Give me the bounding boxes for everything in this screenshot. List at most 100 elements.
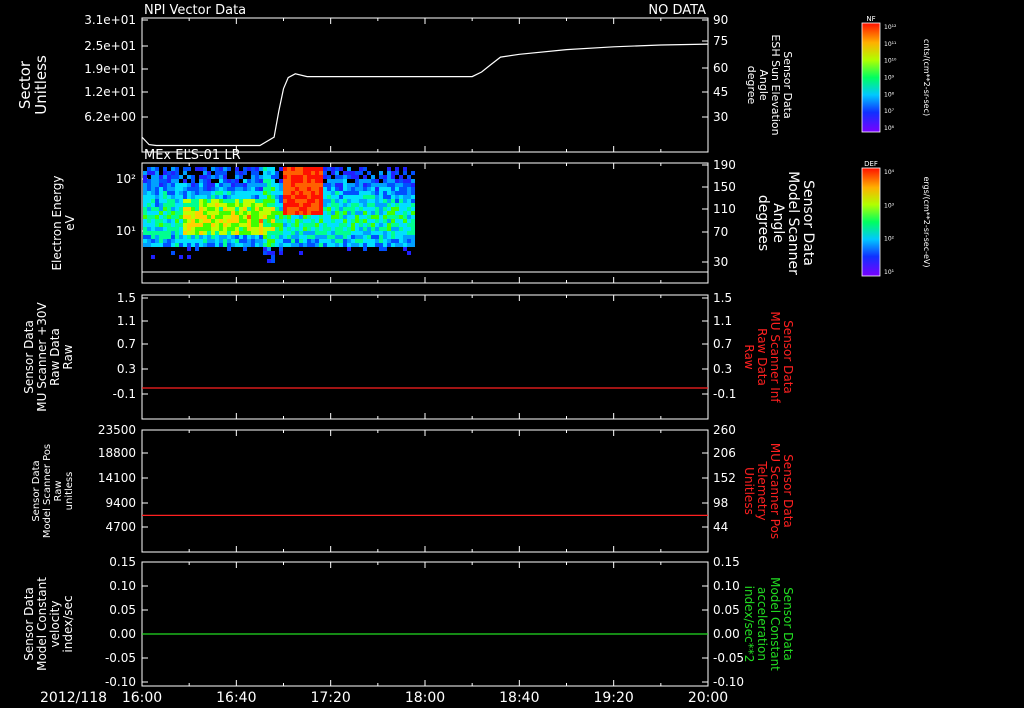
spectrogram-cell bbox=[403, 179, 407, 183]
spectrogram-cell bbox=[307, 235, 311, 239]
spectrogram-cell bbox=[235, 203, 239, 207]
spectrogram-cell bbox=[231, 203, 235, 207]
spectrogram-cell bbox=[263, 171, 267, 175]
spectrogram-cell bbox=[303, 191, 307, 195]
spectrogram-cell bbox=[395, 227, 399, 231]
y-axis-label-right: acceleration bbox=[755, 587, 769, 661]
spectrogram-cell bbox=[391, 243, 395, 247]
spectrogram-cell bbox=[319, 203, 323, 207]
spectrogram-cell bbox=[195, 243, 199, 247]
spectrogram-cell bbox=[203, 227, 207, 231]
spectrogram-cell bbox=[215, 231, 219, 235]
spectrogram-cell bbox=[155, 227, 159, 231]
spectrogram-cell bbox=[259, 223, 263, 227]
spectrogram-cell bbox=[411, 183, 415, 187]
y-tick-label-right: 190 bbox=[713, 158, 736, 172]
spectrogram-cell bbox=[339, 203, 343, 207]
spectrogram-cell bbox=[271, 235, 275, 239]
spectrogram-cell bbox=[239, 215, 243, 219]
spectrogram-cell bbox=[351, 223, 355, 227]
spectrogram-cell bbox=[307, 231, 311, 235]
spectrogram-cell bbox=[351, 235, 355, 239]
spectrogram-cell bbox=[211, 211, 215, 215]
spectrogram-cell bbox=[283, 171, 287, 175]
spectrogram-cell bbox=[411, 179, 415, 183]
spectrogram-cell bbox=[411, 207, 415, 211]
spectrogram-cell bbox=[183, 195, 187, 199]
spectrogram-cell bbox=[267, 175, 271, 179]
spectrogram-cell bbox=[155, 203, 159, 207]
spectrogram-cell bbox=[403, 187, 407, 191]
spectrogram-cell bbox=[283, 199, 287, 203]
spectrogram-cell bbox=[351, 195, 355, 199]
sun-elevation-line bbox=[141, 43, 709, 147]
spectrogram-cell bbox=[287, 167, 291, 171]
spectrogram-cell bbox=[403, 223, 407, 227]
spectrogram-cell bbox=[295, 195, 299, 199]
spectrogram-cell bbox=[299, 191, 303, 195]
spectrogram-cell bbox=[383, 227, 387, 231]
spectrogram-cell bbox=[235, 199, 239, 203]
spectrogram-cell bbox=[367, 199, 371, 203]
spectrogram-cell bbox=[271, 215, 275, 219]
spectrogram-cell bbox=[223, 175, 227, 179]
spectrogram-cell bbox=[287, 191, 291, 195]
spectrogram-cell bbox=[183, 199, 187, 203]
spectrogram-cell bbox=[243, 171, 247, 175]
spectrogram-cell bbox=[239, 199, 243, 203]
spectrogram-cell bbox=[371, 227, 375, 231]
spectrogram-cell bbox=[207, 195, 211, 199]
spectrogram-cell bbox=[283, 179, 287, 183]
spectrogram-cell bbox=[227, 199, 231, 203]
spectrogram-cell bbox=[383, 195, 387, 199]
spectrogram-cell bbox=[287, 207, 291, 211]
spectrogram-cell bbox=[183, 171, 187, 175]
spectrogram-cell bbox=[351, 211, 355, 215]
spectrogram-cell bbox=[279, 235, 283, 239]
y-tick-label-right: 0.3 bbox=[713, 362, 732, 376]
spectrogram-cell bbox=[163, 195, 167, 199]
spectrogram-cell bbox=[339, 227, 343, 231]
spectrogram-cell bbox=[315, 231, 319, 235]
spectrogram-cell bbox=[371, 179, 375, 183]
y-tick-label-right: 110 bbox=[713, 202, 736, 216]
spectrogram-cell bbox=[299, 195, 303, 199]
spectrogram-cell bbox=[275, 227, 279, 231]
spectrogram-cell bbox=[323, 183, 327, 187]
spectrogram-cell bbox=[223, 219, 227, 223]
spectrogram-cell bbox=[163, 199, 167, 203]
spectrogram-cell bbox=[355, 215, 359, 219]
spectrogram-cell bbox=[191, 183, 195, 187]
spectrogram-cell bbox=[167, 191, 171, 195]
spectrogram-cell bbox=[207, 231, 211, 235]
spectrogram-cell bbox=[379, 207, 383, 211]
spectrogram-cell bbox=[371, 219, 375, 223]
spectrogram-cell bbox=[247, 187, 251, 191]
spectrogram-cell bbox=[259, 207, 263, 211]
spectrogram-cell bbox=[151, 199, 155, 203]
spectrogram-cell bbox=[399, 195, 403, 199]
spectrogram-cell bbox=[299, 171, 303, 175]
spectrogram-cell bbox=[367, 207, 371, 211]
spectrogram-cell bbox=[199, 227, 203, 231]
spectrogram-cell bbox=[187, 247, 191, 251]
y-tick-label-left: 9400 bbox=[105, 496, 136, 510]
spectrogram-cell bbox=[227, 167, 231, 171]
spectrogram-cell bbox=[151, 223, 155, 227]
spectrogram-cell bbox=[247, 227, 251, 231]
spectrogram-cell bbox=[167, 199, 171, 203]
spectrogram-cell bbox=[407, 211, 411, 215]
spectrogram-cell bbox=[223, 195, 227, 199]
spectrogram-cell bbox=[287, 231, 291, 235]
spectrogram-cell bbox=[251, 227, 255, 231]
spectrogram-cell bbox=[275, 187, 279, 191]
spectrogram-cell bbox=[159, 207, 163, 211]
spectrogram-cell bbox=[279, 223, 283, 227]
spectrogram-cell bbox=[371, 203, 375, 207]
spectrogram-cell bbox=[223, 211, 227, 215]
spectrogram-cell bbox=[351, 231, 355, 235]
spectrogram-cell bbox=[203, 191, 207, 195]
spectrogram-cell bbox=[171, 167, 175, 171]
spectrogram-cell bbox=[239, 235, 243, 239]
spectrogram-cell bbox=[263, 203, 267, 207]
